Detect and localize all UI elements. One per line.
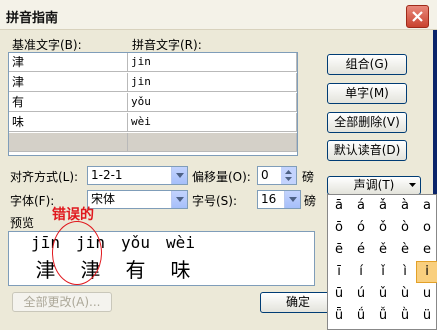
title-bar: 拼音指南: [0, 0, 437, 30]
clear-all-button[interactable]: 全部删除(V): [327, 112, 407, 133]
tone-option[interactable]: é: [350, 239, 372, 261]
align-value: 1-2-1: [91, 168, 123, 182]
offset-unit: 磅: [302, 170, 315, 184]
spinner-arrows-icon[interactable]: [281, 167, 296, 184]
preview-pinyin-row: jīn jin yǒu wèi: [23, 233, 203, 252]
error-circle-marker: [52, 221, 102, 285]
base-text-field[interactable]: 味: [9, 113, 128, 132]
tone-option[interactable]: ā: [328, 195, 350, 217]
combine-button[interactable]: 组合(G): [327, 54, 407, 75]
base-text-field: [9, 133, 128, 152]
font-label: 字体(F):: [10, 194, 55, 208]
tone-option[interactable]: è: [394, 239, 416, 261]
base-text-field[interactable]: 津: [9, 53, 128, 72]
tone-option[interactable]: í: [350, 261, 372, 283]
pinyin-text-field[interactable]: wèi: [128, 113, 297, 132]
pinyin-text-field[interactable]: jin: [128, 73, 297, 92]
single-char-button[interactable]: 单字(M): [327, 83, 407, 104]
tone-option[interactable]: ǎ: [372, 195, 394, 217]
preview-pinyin: wèi: [166, 233, 195, 252]
pinyin-grid: 津 jin 津 jin 有 yǒu 味 wèi: [8, 52, 298, 156]
tone-option[interactable]: ǚ: [372, 305, 394, 327]
tone-option[interactable]: ǐ: [372, 261, 394, 283]
close-button[interactable]: [406, 5, 429, 28]
tone-button-label: 声调(T): [353, 178, 395, 192]
tone-option[interactable]: ǘ: [350, 305, 372, 327]
font-select[interactable]: 宋体: [87, 190, 188, 209]
close-icon: [412, 11, 423, 22]
pinyin-text-header: 拼音文字(R):: [132, 38, 202, 52]
tone-option[interactable]: ò: [394, 217, 416, 239]
tone-picker-popup: āáǎàa ōóǒòo ēéěèe īíǐìi ūúǔùu ǖǘǚǜü: [327, 194, 437, 330]
pinyin-text-field: [128, 133, 297, 152]
tone-option[interactable]: à: [394, 195, 416, 217]
tone-option[interactable]: a: [416, 195, 437, 217]
preview-char-row: 津 津 有 味: [23, 254, 203, 283]
preview-pinyin: yǒu: [121, 233, 150, 252]
tone-option[interactable]: á: [350, 195, 372, 217]
ok-button[interactable]: 确定: [260, 292, 336, 313]
tone-option[interactable]: ū: [328, 283, 350, 305]
base-text-header: 基准文字(B):: [12, 38, 82, 52]
base-text-field[interactable]: 津: [9, 73, 128, 92]
tone-option[interactable]: u: [416, 283, 437, 305]
tone-option[interactable]: ǒ: [372, 217, 394, 239]
default-reading-button[interactable]: 默认读音(D): [327, 140, 407, 161]
base-text-field[interactable]: 有: [9, 93, 128, 112]
dropdown-arrow-icon: [409, 183, 416, 187]
tone-button[interactable]: 声调(T): [327, 176, 421, 195]
change-all-button: 全部更改(A)...: [12, 292, 112, 312]
tone-option[interactable]: ē: [328, 239, 350, 261]
tone-option[interactable]: ü: [416, 305, 437, 327]
chevron-down-icon[interactable]: [171, 167, 187, 184]
tone-option[interactable]: ě: [372, 239, 394, 261]
tone-option[interactable]: ú: [350, 283, 372, 305]
tone-option[interactable]: ǜ: [394, 305, 416, 327]
phonetic-guide-dialog: 拼音指南 基准文字(B): 拼音文字(R): 津 jin 津 jin 有 yǒu…: [0, 0, 437, 330]
size-select[interactable]: 16: [257, 190, 301, 209]
tone-option[interactable]: ù: [394, 283, 416, 305]
tone-option[interactable]: ī: [328, 261, 350, 283]
font-value: 宋体: [91, 192, 116, 206]
tone-grid: āáǎàa ōóǒòo ēéěèe īíǐìi ūúǔùu ǖǘǚǜü: [328, 195, 437, 327]
pinyin-text-field[interactable]: yǒu: [128, 93, 297, 112]
preview-label: 预览: [10, 216, 35, 230]
tone-option[interactable]: ō: [328, 217, 350, 239]
offset-spinner[interactable]: 0: [257, 166, 297, 185]
tone-option[interactable]: e: [416, 239, 437, 261]
align-label: 对齐方式(L):: [10, 170, 79, 184]
chevron-down-icon[interactable]: [171, 191, 187, 208]
size-label: 字号(S):: [192, 194, 238, 208]
align-select[interactable]: 1-2-1: [87, 166, 188, 185]
window-title: 拼音指南: [6, 11, 59, 26]
tone-option[interactable]: i: [416, 261, 437, 283]
tone-option[interactable]: ǖ: [328, 305, 350, 327]
tone-option[interactable]: o: [416, 217, 437, 239]
tone-option[interactable]: ǔ: [372, 283, 394, 305]
tone-option[interactable]: ó: [350, 217, 372, 239]
preview-char: 味: [170, 258, 191, 282]
tone-option[interactable]: ì: [394, 261, 416, 283]
offset-label: 偏移量(O):: [192, 170, 251, 184]
offset-value: 0: [261, 168, 269, 182]
pinyin-text-field[interactable]: jin: [128, 53, 297, 72]
size-value: 16: [261, 192, 277, 206]
chevron-down-icon[interactable]: [284, 191, 300, 208]
preview-char: 有: [125, 258, 146, 282]
size-unit: 磅: [304, 194, 317, 208]
